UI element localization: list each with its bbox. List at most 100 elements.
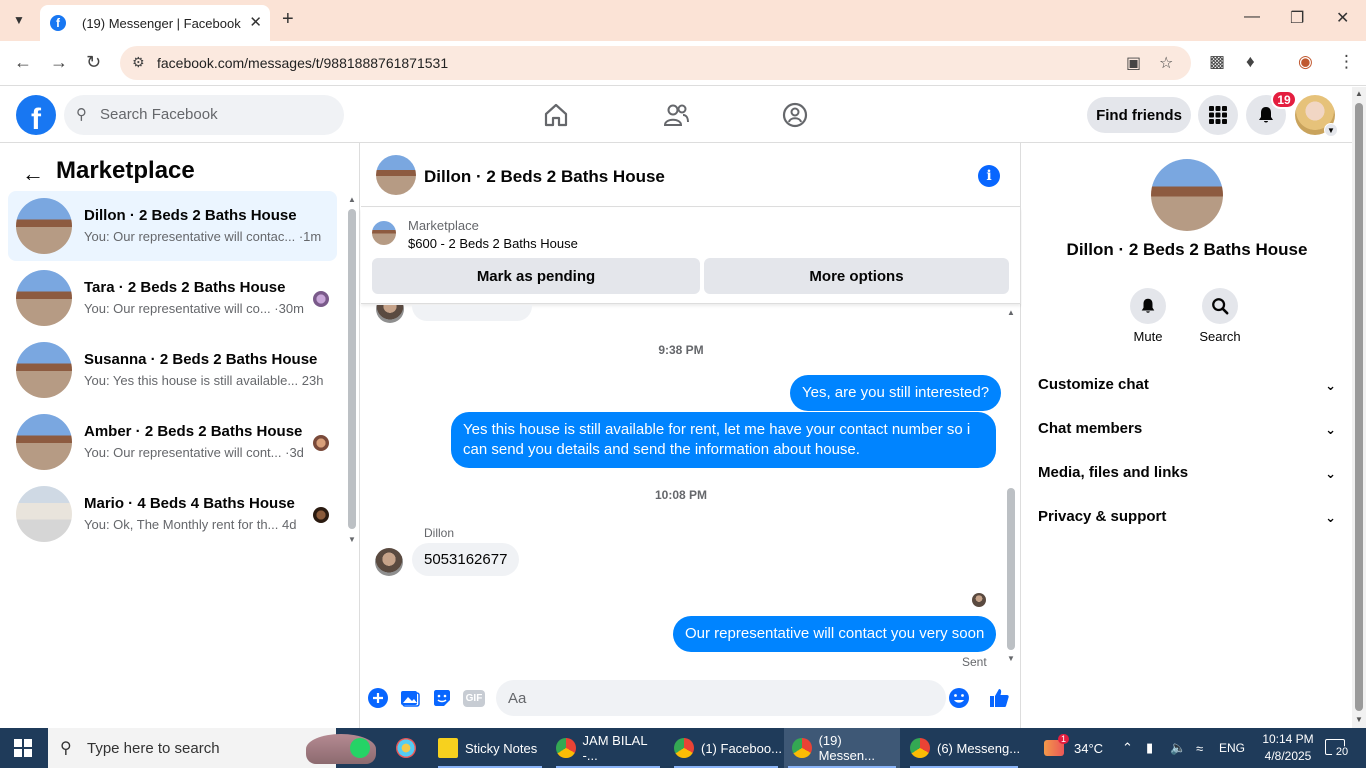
- wifi-icon[interactable]: ≈: [1196, 728, 1203, 768]
- scroll-down-icon[interactable]: ▼: [1355, 715, 1363, 724]
- windows-start-icon[interactable]: [14, 739, 32, 757]
- extension-copilot-icon[interactable]: ▩: [1209, 52, 1225, 72]
- listing-thumbnail: [16, 486, 72, 542]
- mark-as-pending-button[interactable]: Mark as pending: [372, 258, 700, 294]
- search-icon: ⚲: [60, 740, 72, 757]
- scroll-down-icon[interactable]: ▼: [348, 535, 356, 544]
- chat-scrollbar[interactable]: ▲ ▼: [1006, 308, 1016, 668]
- read-receipt-avatar: [972, 593, 986, 607]
- home-icon[interactable]: [542, 101, 570, 129]
- taskbar-app-chrome-4[interactable]: (6) Messeng...: [906, 728, 1022, 768]
- menu-grid-icon[interactable]: [1198, 95, 1238, 135]
- language-indicator[interactable]: ENG: [1219, 728, 1245, 768]
- taskbar-app-sticky-notes[interactable]: Sticky Notes: [434, 728, 546, 768]
- clock-date: 4/8/2025: [1264, 749, 1312, 763]
- taskbar-app-chrome-2[interactable]: (1) Faceboo...: [670, 728, 782, 768]
- profile-icon[interactable]: ◉: [1298, 52, 1313, 72]
- message-input-box[interactable]: [496, 680, 946, 716]
- close-tab-icon[interactable]: ✕: [249, 13, 262, 31]
- outgoing-message[interactable]: Our representative will contact you very…: [673, 616, 997, 652]
- message-input[interactable]: [508, 688, 928, 708]
- outgoing-message[interactable]: Yes, are you still interested?: [790, 375, 1002, 411]
- groups-icon[interactable]: [781, 101, 809, 129]
- close-window-icon[interactable]: ✕: [1336, 8, 1349, 28]
- scroll-up-icon[interactable]: ▲: [1355, 89, 1363, 98]
- restore-icon[interactable]: ❐: [1290, 8, 1304, 28]
- chrome-icon: [910, 738, 930, 758]
- more-options-button[interactable]: More options: [704, 258, 1009, 294]
- minimize-icon[interactable]: —: [1244, 8, 1260, 26]
- section-privacy-support[interactable]: Privacy & support ⌄: [1038, 508, 1336, 538]
- battery-icon[interactable]: ▮: [1146, 728, 1153, 768]
- outgoing-message[interactable]: Yes this house is still available for re…: [451, 412, 996, 468]
- section-media-files-links[interactable]: Media, files and links ⌄: [1038, 464, 1336, 494]
- mute-button[interactable]: [1130, 288, 1166, 324]
- chat-header: Dillon · 2 Beds 2 Baths House i: [361, 143, 1021, 207]
- install-icon[interactable]: ▣: [1126, 53, 1141, 73]
- whatsapp-icon[interactable]: [344, 728, 376, 768]
- conversation-item[interactable]: Tara · 2 Beds 2 Baths House You: Our rep…: [8, 263, 337, 333]
- taskbar-app-chrome-1[interactable]: JAM BILAL -...: [552, 728, 664, 768]
- info-icon[interactable]: i: [978, 165, 1000, 187]
- page-scrollbar[interactable]: ▲ ▼: [1352, 87, 1366, 728]
- add-plus-icon[interactable]: [367, 687, 389, 709]
- listing-price[interactable]: $600 - 2 Beds 2 Baths House: [408, 236, 578, 251]
- sticker-icon[interactable]: [431, 687, 453, 709]
- tab-menu-icon[interactable]: ▼: [6, 8, 32, 32]
- find-friends-button[interactable]: Find friends: [1087, 97, 1191, 133]
- site-info-icon[interactable]: ⚙: [132, 54, 145, 71]
- notification-badge: 19: [1271, 90, 1297, 109]
- url-text[interactable]: facebook.com/messages/t/9881888761871531: [157, 55, 448, 71]
- thumbs-up-icon[interactable]: [988, 687, 1010, 709]
- new-tab-icon[interactable]: +: [282, 8, 294, 31]
- section-customize-chat[interactable]: Customize chat ⌄: [1038, 376, 1336, 406]
- gif-icon[interactable]: GIF: [462, 687, 486, 709]
- sender-name: Dillon: [424, 526, 455, 540]
- taskbar-search[interactable]: ⚲ Type here to search: [48, 728, 376, 768]
- listing-image[interactable]: [1151, 159, 1223, 231]
- tray-chevron-up-icon[interactable]: ⌃: [1122, 728, 1133, 768]
- incoming-message[interactable]: 5053162677: [412, 543, 520, 576]
- facebook-logo-icon[interactable]: f: [16, 95, 56, 135]
- scrollbar-thumb[interactable]: [1007, 488, 1015, 650]
- bookmark-star-icon[interactable]: ☆: [1159, 53, 1173, 73]
- menu-icon[interactable]: ⋮: [1338, 52, 1355, 72]
- scroll-up-icon[interactable]: ▲: [348, 195, 356, 204]
- account-avatar[interactable]: ▼: [1295, 95, 1338, 137]
- conversation-item[interactable]: Dillon · 2 Beds 2 Baths House You: Our r…: [8, 191, 337, 261]
- taskbar-clock[interactable]: 10:14 PM 4/8/2025: [1256, 731, 1320, 765]
- friends-icon[interactable]: [662, 101, 690, 129]
- paint-app-icon[interactable]: [390, 728, 422, 768]
- section-chat-members[interactable]: Chat members ⌄: [1038, 420, 1336, 450]
- facebook-search[interactable]: ⚲ Search Facebook: [64, 95, 344, 135]
- emoji-icon[interactable]: [948, 687, 970, 709]
- scrollbar-thumb[interactable]: [1355, 103, 1363, 711]
- reload-icon[interactable]: ↻: [86, 52, 101, 73]
- back-arrow-icon[interactable]: ←: [22, 161, 44, 187]
- gif-label: GIF: [462, 689, 486, 707]
- search-in-chat-button[interactable]: [1202, 288, 1238, 324]
- taskbar-app-chrome-3[interactable]: (19) Messen...: [784, 728, 900, 768]
- peer-avatar[interactable]: [375, 548, 403, 576]
- conversation-item[interactable]: Amber · 2 Beds 2 Baths House You: Our re…: [8, 407, 337, 477]
- address-bar: ← → ↻ ⚙ facebook.com/messages/t/98818887…: [0, 41, 1366, 86]
- weather-widget[interactable]: 1 34°C: [1044, 728, 1103, 768]
- forward-icon[interactable]: →: [50, 52, 68, 73]
- photo-icon[interactable]: [399, 687, 421, 709]
- omnibox[interactable]: ⚙ facebook.com/messages/t/98818887618715…: [120, 46, 1191, 80]
- browser-tab[interactable]: f (19) Messenger | Facebook ✕: [40, 5, 270, 41]
- read-receipt-avatar: [313, 435, 329, 451]
- scrollbar-thumb[interactable]: [348, 209, 356, 529]
- extensions-icon[interactable]: ♦: [1246, 52, 1255, 72]
- conversation-item[interactable]: Susanna · 2 Beds 2 Baths House You: Yes …: [8, 335, 337, 405]
- scroll-down-icon[interactable]: ▼: [1007, 654, 1015, 663]
- chat-title[interactable]: Dillon · 2 Beds 2 Baths House: [424, 167, 665, 187]
- volume-icon[interactable]: 🔈: [1170, 728, 1186, 768]
- taskbar-app-label: (6) Messeng...: [937, 740, 1021, 756]
- scroll-up-icon[interactable]: ▲: [1007, 308, 1015, 317]
- back-icon[interactable]: ←: [14, 52, 32, 73]
- peer-avatar: [376, 305, 404, 323]
- conversation-item[interactable]: Mario · 4 Beds 4 Baths House You: Ok, Th…: [8, 479, 337, 549]
- sidebar-scrollbar[interactable]: ▲ ▼: [347, 195, 356, 545]
- chat-thumbnail[interactable]: [376, 155, 416, 195]
